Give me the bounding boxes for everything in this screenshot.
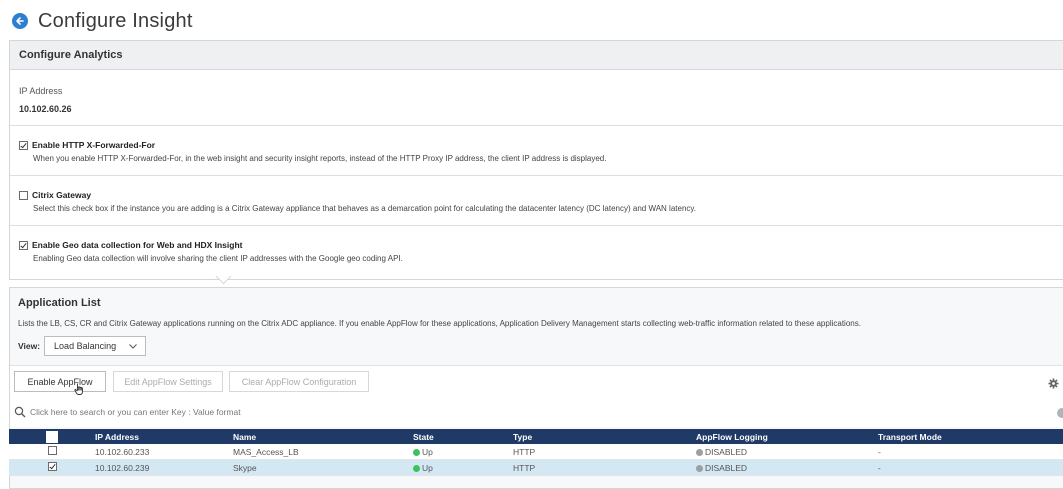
column-header[interactable]: State — [413, 429, 513, 444]
search-input[interactable] — [30, 407, 730, 417]
back-arrow-icon[interactable] — [12, 13, 28, 29]
search-clear-icon[interactable] — [1057, 408, 1063, 418]
state-cell: Up — [413, 459, 513, 476]
application-list-panel: Application List Lists the LB, CS, CR an… — [9, 287, 1063, 489]
ip-address-label: IP Address — [19, 86, 63, 96]
option-description: When you enable HTTP X-Forwarded-For, in… — [33, 154, 607, 163]
row-select-cell — [9, 444, 95, 460]
appflow-logging-text: DISABLED — [705, 462, 748, 473]
page-header: Configure Insight — [12, 7, 193, 35]
table-row[interactable]: 10.102.60.239 Skype Up HTTP DISABLED - — [9, 459, 1063, 476]
appflow-logging-cell: DISABLED — [696, 459, 878, 476]
row-checkbox[interactable] — [47, 446, 57, 455]
clear-appflow-configuration-button[interactable]: Clear AppFlow Configuration — [229, 371, 369, 392]
transport-mode-cell: - — [878, 444, 1063, 460]
option-geo-data-collection: Enable Geo data collection for Web and H… — [10, 226, 1063, 276]
column-header[interactable]: Type — [513, 429, 696, 444]
state-cell: Up — [413, 444, 513, 460]
enable-appflow-button[interactable]: Enable AppFlow — [14, 371, 106, 392]
edit-appflow-settings-button[interactable]: Edit AppFlow Settings — [113, 371, 223, 392]
row-checkbox[interactable] — [47, 462, 57, 471]
view-select-value: Load Balancing — [54, 341, 117, 351]
application-list-description: Lists the LB, CS, CR and Citrix Gateway … — [18, 319, 861, 328]
column-header[interactable]: AppFlow Logging — [696, 429, 878, 444]
select-all-checkbox[interactable] — [46, 430, 58, 443]
option-label[interactable]: Enable Geo data collection for Web and H… — [32, 240, 242, 250]
view-label: View: — [18, 341, 41, 351]
table-header-row: IP Address Name State Type AppFlow Loggi… — [9, 429, 1063, 444]
search-icon — [14, 406, 26, 418]
transport-mode-cell: - — [878, 459, 1063, 476]
column-header[interactable]: IP Address — [95, 429, 233, 444]
option-http-x-forwarded-for: Enable HTTP X-Forwarded-For When you ena… — [10, 126, 1063, 176]
option-label[interactable]: Enable HTTP X-Forwarded-For — [32, 140, 155, 150]
name-cell: MAS_Access_LB — [233, 444, 413, 460]
panel-heading: Configure Analytics — [10, 41, 1063, 70]
application-list-title: Application List — [18, 297, 101, 309]
chevron-down-icon — [128, 341, 138, 353]
ip-address-value: 10.102.60.26 — [19, 104, 72, 114]
name-cell: Skype — [233, 459, 413, 476]
type-cell: HTTP — [513, 444, 696, 460]
status-up-icon — [413, 464, 420, 472]
status-disabled-icon — [696, 448, 703, 456]
row-select-cell — [9, 459, 95, 476]
state-text: Up — [422, 462, 433, 473]
select-all-cell — [9, 429, 95, 444]
option-description: Enabling Geo data collection will involv… — [33, 254, 403, 263]
ip-address-cell: 10.102.60.239 — [95, 459, 233, 476]
http-x-forwarded-for-checkbox[interactable] — [19, 140, 28, 150]
appflow-logging-cell: DISABLED — [696, 444, 878, 460]
state-text: Up — [422, 446, 433, 457]
search-bar — [10, 397, 1063, 427]
type-cell: HTTP — [513, 459, 696, 476]
page-title: Configure Insight — [38, 9, 193, 32]
option-label[interactable]: Citrix Gateway — [32, 190, 91, 200]
column-header[interactable]: Transport Mode — [878, 429, 1063, 444]
ip-address-block: IP Address 10.102.60.26 — [10, 70, 1063, 126]
application-table: IP Address Name State Type AppFlow Loggi… — [9, 429, 1063, 476]
option-citrix-gateway: Citrix Gateway Select this check box if … — [10, 176, 1063, 226]
column-header[interactable]: Name — [233, 429, 413, 444]
gear-icon[interactable] — [1048, 376, 1059, 394]
option-description: Select this check box if the instance yo… — [33, 204, 697, 213]
configure-analytics-panel: Configure Analytics IP Address 10.102.60… — [9, 40, 1063, 280]
status-up-icon — [413, 448, 420, 456]
status-disabled-icon — [696, 464, 703, 472]
view-select[interactable]: Load Balancing — [44, 336, 147, 356]
appflow-logging-text: DISABLED — [705, 446, 748, 457]
citrix-gateway-checkbox[interactable] — [19, 190, 28, 200]
geo-data-collection-checkbox[interactable] — [19, 240, 28, 250]
ip-address-cell: 10.102.60.233 — [95, 444, 233, 460]
view-row: View: Load Balancing — [18, 336, 147, 356]
action-toolbar: Enable AppFlow Edit AppFlow Settings Cle… — [10, 365, 1063, 398]
table-row[interactable]: 10.102.60.233 MAS_Access_LB Up HTTP DISA… — [9, 444, 1063, 460]
